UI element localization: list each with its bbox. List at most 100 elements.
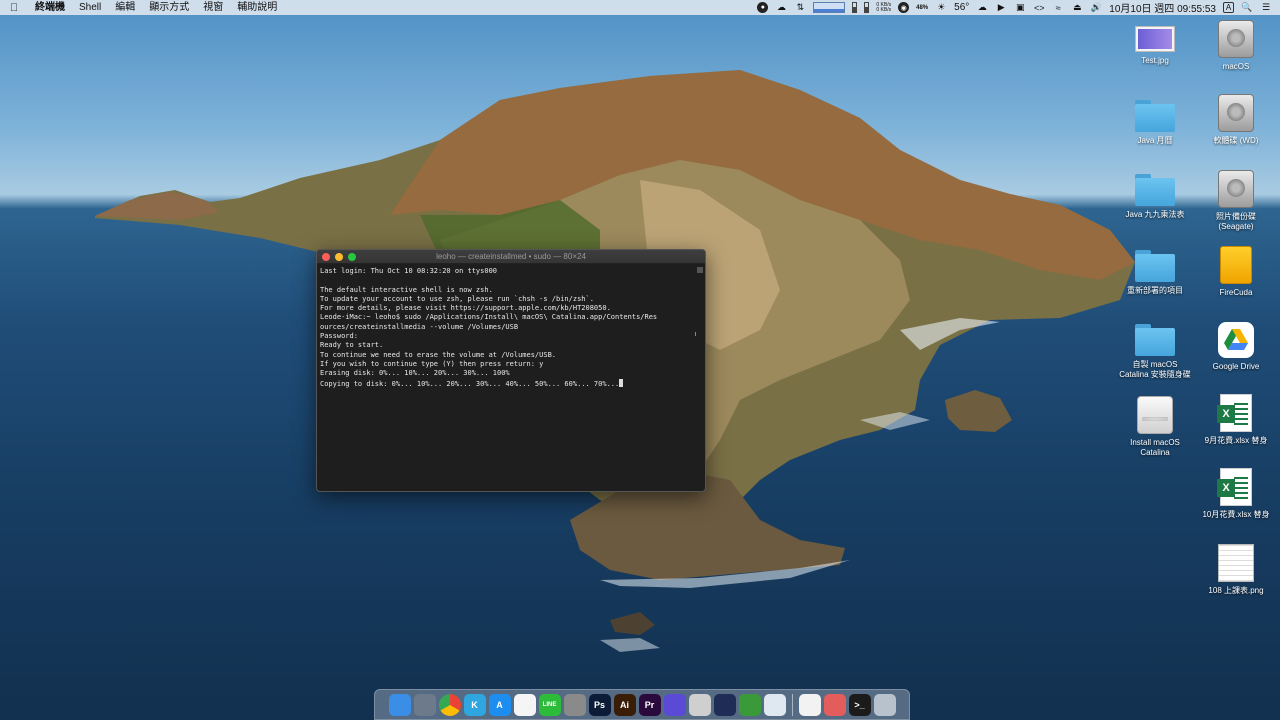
- network-graph[interactable]: [813, 2, 846, 13]
- dock-davinci-icon[interactable]: [688, 693, 711, 716]
- cloud-icon[interactable]: ☁: [976, 2, 988, 13]
- play-icon[interactable]: ▶: [995, 2, 1007, 13]
- desktop-icon-label: Java 九九乘法表: [1125, 210, 1185, 219]
- desktop-icon[interactable]: X 9月花費.xlsx 替身: [1196, 394, 1276, 446]
- menu-app-name[interactable]: 終端機: [28, 0, 72, 15]
- menu-edit[interactable]: 編輯: [108, 0, 142, 15]
- dock-app-store-icon[interactable]: A: [488, 693, 511, 716]
- desktop-icon[interactable]: macOS: [1196, 20, 1276, 72]
- desktop-icon[interactable]: 重新部署的項目: [1115, 250, 1195, 296]
- scroll-marker: [695, 332, 696, 336]
- terminal-title: leoho — createinstallmed • sudo — 80×24: [436, 251, 586, 261]
- dock-script-editor-icon[interactable]: [823, 693, 846, 716]
- dock-photos-icon[interactable]: [513, 693, 536, 716]
- terminal-line: To continue we need to erase the volume …: [320, 350, 557, 359]
- desktop-icon[interactable]: Install macOS Catalina: [1115, 396, 1195, 458]
- dock-trash-icon[interactable]: [873, 693, 896, 716]
- hard-drive-icon: [1218, 20, 1254, 58]
- terminal-output[interactable]: Last login: Thu Oct 10 08:32:20 on ttys0…: [317, 264, 705, 392]
- terminal-line: Leode-iMac:~ leoho$ sudo /Applications/I…: [320, 313, 658, 322]
- desktop-icon-label: 自製 macOS Catalina 安裝隨身碟: [1119, 360, 1191, 379]
- apple-menu-icon[interactable]: : [0, 2, 28, 14]
- accessibility-icon[interactable]: ▣: [1014, 2, 1026, 13]
- desktop-icon[interactable]: FireCuda: [1196, 246, 1276, 298]
- dock-illustrator-icon[interactable]: Ai: [613, 693, 636, 716]
- sun-icon[interactable]: ☀: [935, 2, 947, 13]
- cpu-bar-icon[interactable]: [852, 2, 858, 13]
- memory-bar-icon[interactable]: [864, 2, 870, 13]
- installer-disk-icon: [1137, 396, 1173, 434]
- dock-sourcetree-icon[interactable]: [738, 693, 761, 716]
- menubar-clock[interactable]: 10月10日 週四 09:55:53: [1109, 0, 1216, 15]
- wifi-icon[interactable]: ≈: [1052, 2, 1064, 13]
- terminal-titlebar[interactable]: leoho — createinstallmed • sudo — 80×24: [317, 250, 705, 264]
- dock-activity-monitor-icon[interactable]: [713, 693, 736, 716]
- terminal-line: To update your account to use zsh, pleas…: [320, 294, 594, 303]
- spotlight-search-icon[interactable]: 🔍: [1241, 2, 1253, 13]
- menu-window[interactable]: 視窗: [196, 0, 230, 15]
- google-drive-icon: [1218, 322, 1254, 358]
- desktop-icon-label: Install macOS Catalina: [1130, 438, 1180, 457]
- terminal-line: Copying to disk: 0%... 10%... 20%... 30%…: [320, 378, 702, 389]
- desktop-icon[interactable]: 照片備份碟 (Seagate): [1196, 170, 1276, 232]
- temperature[interactable]: 56°: [954, 2, 969, 13]
- code-brackets-icon[interactable]: <>: [1033, 2, 1045, 13]
- terminal-line: If you wish to continue type (Y) then pr…: [320, 359, 544, 368]
- dock-system-preferences-icon[interactable]: [563, 693, 586, 716]
- desktop-icon-label: 軟體碟 (WD): [1213, 136, 1259, 145]
- terminal-window[interactable]: leoho — createinstallmed • sudo — 80×24 …: [316, 249, 706, 492]
- folder-icon: [1135, 250, 1175, 282]
- desktop-icon[interactable]: X 10月花費.xlsx 替身: [1196, 468, 1276, 520]
- menu-shell[interactable]: Shell: [72, 0, 108, 15]
- hard-drive-icon: [1218, 170, 1254, 208]
- notification-center-icon[interactable]: ☰: [1260, 2, 1272, 13]
- cpu-dial-icon[interactable]: ◉: [898, 2, 910, 13]
- dock-kakaotalk-icon[interactable]: K: [463, 693, 486, 716]
- folder-icon: [1135, 324, 1175, 356]
- network-arrows-icon[interactable]: ⇅: [794, 2, 806, 13]
- dock-chrome-icon[interactable]: [438, 693, 461, 716]
- menu-help[interactable]: 輔助說明: [230, 0, 284, 15]
- desktop-icon[interactable]: Test.jpg: [1115, 26, 1195, 66]
- dock-line-icon[interactable]: LINE: [538, 693, 561, 716]
- desktop-icon[interactable]: Java 九九乘法表: [1115, 174, 1195, 220]
- dock-launchpad-icon[interactable]: [413, 693, 436, 716]
- volume-icon[interactable]: 🔊: [1090, 2, 1102, 13]
- record-icon[interactable]: ●: [757, 2, 769, 13]
- dock-imovie-icon[interactable]: [663, 693, 686, 716]
- folder-icon: [1135, 100, 1175, 132]
- excel-file-icon: X: [1217, 468, 1252, 506]
- dock-premiere-icon[interactable]: Pr: [638, 693, 661, 716]
- desktop-icon[interactable]: Java 月曆: [1115, 100, 1195, 146]
- desktop-icon[interactable]: 軟體碟 (WD): [1196, 94, 1276, 146]
- terminal-line: For more details, please visit https://s…: [320, 304, 611, 313]
- desktop-icon[interactable]: Google Drive: [1196, 322, 1276, 372]
- menu-bar:  終端機 Shell 編輯 顯示方式 視窗 輔助說明 ● ☁ ⇅ 0 KB/s…: [0, 0, 1280, 15]
- terminal-line: Ready to start.: [320, 341, 384, 350]
- dock-preview-icon[interactable]: [798, 693, 821, 716]
- terminal-line: Last login: Thu Oct 10 08:32:20 on ttys0…: [320, 267, 498, 275]
- input-method-icon[interactable]: A: [1223, 2, 1234, 13]
- dock-finder-icon[interactable]: [388, 693, 411, 716]
- desktop-icon-label: Google Drive: [1212, 362, 1260, 371]
- dock-browser-icon[interactable]: [763, 693, 786, 716]
- text-cursor: [619, 378, 624, 387]
- terminal-line: ources/createinstallmedia --volume /Volu…: [320, 322, 519, 331]
- terminal-line: The default interactive shell is now zsh…: [320, 285, 493, 294]
- menu-view[interactable]: 顯示方式: [142, 0, 196, 15]
- eject-icon[interactable]: ⏏: [1071, 2, 1083, 13]
- desktop-icon-label: 10月花費.xlsx 替身: [1202, 510, 1270, 519]
- png-file-icon: [1218, 544, 1254, 582]
- network-speed[interactable]: 0 KB/s 0 KB/s: [876, 2, 892, 13]
- cpu-percent[interactable]: 48%: [916, 5, 928, 11]
- terminal-line: Password:: [320, 332, 358, 341]
- dock-photoshop-icon[interactable]: Ps: [588, 693, 611, 716]
- desktop-icon[interactable]: 自製 macOS Catalina 安裝隨身碟: [1115, 324, 1195, 380]
- scroll-up-icon[interactable]: [697, 267, 703, 273]
- cloud-upload-icon[interactable]: ☁: [775, 2, 787, 13]
- net-down-speed: 0 KB/s: [876, 6, 892, 13]
- desktop-icon[interactable]: 108 上課表.png: [1196, 544, 1276, 596]
- dock-terminal-icon[interactable]: >_: [848, 693, 871, 716]
- desktop-icon-label: 重新部署的項目: [1127, 286, 1183, 295]
